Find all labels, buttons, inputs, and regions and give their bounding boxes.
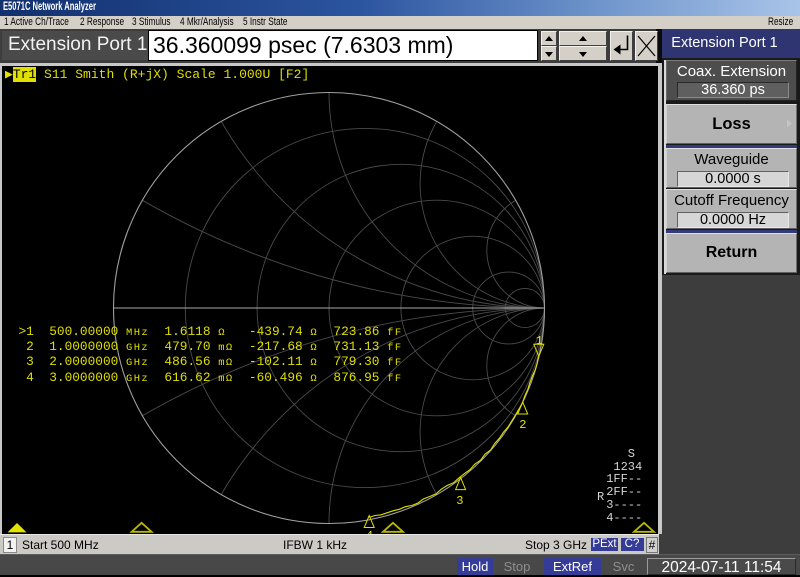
svg-text:1: 1 xyxy=(536,334,543,348)
svg-text:3: 3 xyxy=(456,494,463,508)
svg-text:2: 2 xyxy=(519,418,526,432)
